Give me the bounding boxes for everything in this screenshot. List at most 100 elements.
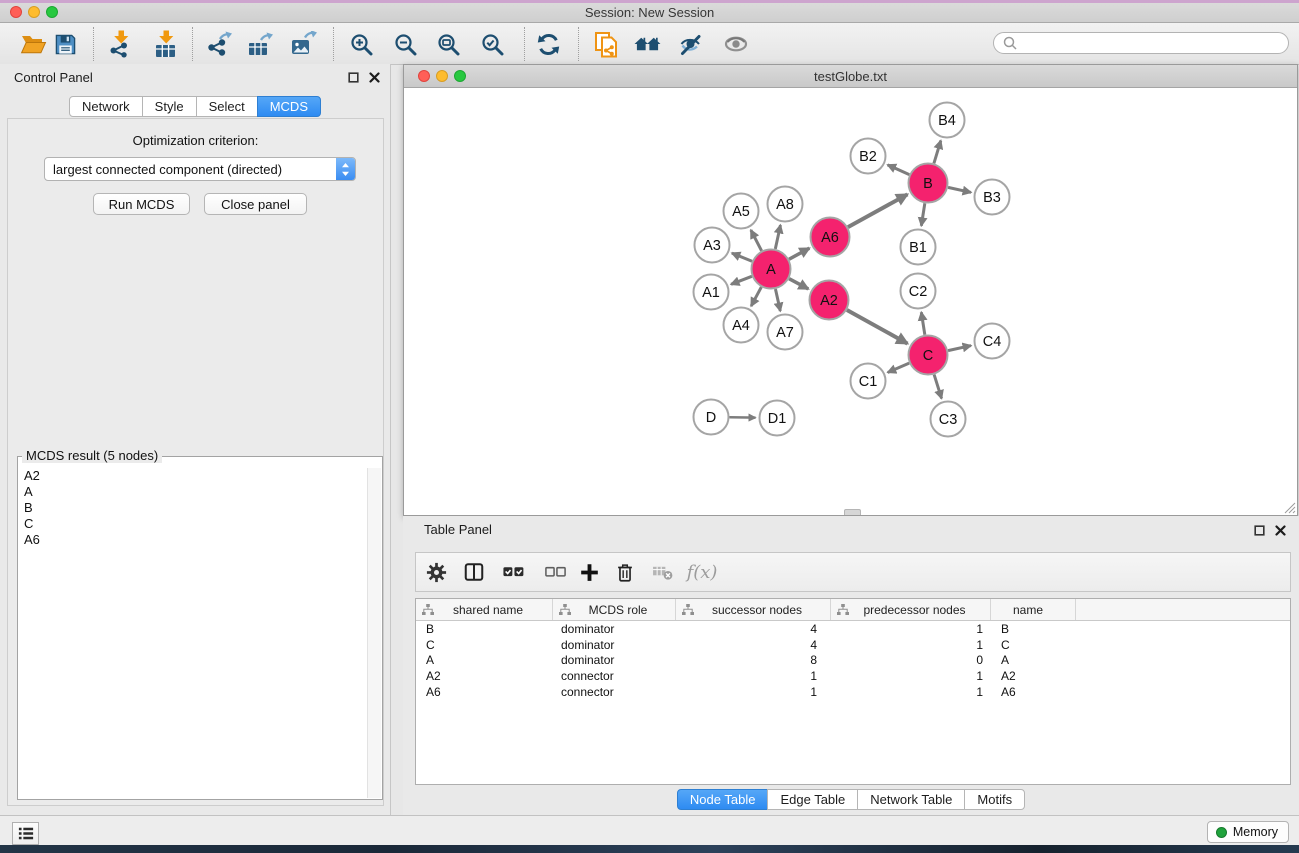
- edge-A2-C[interactable]: [847, 310, 908, 344]
- cell-shared_name[interactable]: A2: [416, 669, 553, 683]
- mcds-result-item[interactable]: C: [19, 516, 368, 532]
- mcds-result-item[interactable]: A: [19, 484, 368, 500]
- memory-button[interactable]: Memory: [1207, 821, 1289, 843]
- edge-A-A1[interactable]: [731, 276, 752, 284]
- column-header-mcds-role[interactable]: MCDS role: [553, 599, 676, 620]
- select-all-button[interactable]: [498, 558, 528, 586]
- destroy-table-button[interactable]: [648, 558, 678, 586]
- column-header-name[interactable]: name: [991, 599, 1076, 620]
- edge-B-B3[interactable]: [948, 187, 971, 192]
- canvas-splitter-handle[interactable]: [844, 509, 861, 515]
- save-session-button[interactable]: [48, 29, 82, 59]
- cell-mcds_role[interactable]: connector: [553, 669, 676, 683]
- node-C2[interactable]: C2: [901, 274, 936, 309]
- node-A3[interactable]: A3: [695, 228, 730, 263]
- tab-motifs[interactable]: Motifs: [964, 789, 1025, 810]
- zoom-selected-button[interactable]: [475, 29, 509, 59]
- column-header-successor-nodes[interactable]: successor nodes: [676, 599, 831, 620]
- node-C1[interactable]: C1: [851, 364, 886, 399]
- column-header-predecessor-nodes[interactable]: predecessor nodes: [831, 599, 991, 620]
- tab-mcds[interactable]: MCDS: [257, 96, 321, 117]
- cell-predecessor_nodes[interactable]: 1: [831, 669, 991, 683]
- float-panel-icon[interactable]: [347, 71, 360, 84]
- import-table-button[interactable]: [148, 29, 182, 59]
- float-table-panel-icon[interactable]: [1253, 524, 1266, 537]
- edge-C-C2[interactable]: [921, 312, 925, 335]
- first-neighbors-button[interactable]: [630, 29, 664, 59]
- table-row[interactable]: Cdominator41C: [416, 637, 1290, 653]
- table-settings-button[interactable]: [421, 558, 451, 586]
- result-list-scrollbar[interactable]: [367, 468, 381, 798]
- mcds-result-item[interactable]: A2: [19, 468, 368, 484]
- table-row[interactable]: A2connector11A2: [416, 668, 1290, 684]
- network-canvas[interactable]: AA1A2A3A4A5A6A7A8BB1B2B3B4CC1C2C3C4DD1: [404, 88, 1297, 515]
- zoom-fit-button[interactable]: [431, 29, 465, 59]
- cell-shared_name[interactable]: C: [416, 638, 553, 652]
- cell-name[interactable]: B: [991, 622, 1076, 636]
- tab-node-table[interactable]: Node Table: [677, 789, 769, 810]
- node-C[interactable]: C: [909, 336, 948, 375]
- cell-successor_nodes[interactable]: 8: [676, 653, 831, 667]
- node-B3[interactable]: B3: [975, 180, 1010, 215]
- tab-select[interactable]: Select: [196, 96, 258, 117]
- node-B1[interactable]: B1: [901, 230, 936, 265]
- network-from-selection-button[interactable]: [590, 29, 624, 59]
- zoom-out-button[interactable]: [388, 29, 422, 59]
- show-all-button[interactable]: [719, 29, 753, 59]
- cell-name[interactable]: A2: [991, 669, 1076, 683]
- import-network-button[interactable]: [103, 29, 137, 59]
- cell-name[interactable]: A: [991, 653, 1076, 667]
- tab-style[interactable]: Style: [142, 96, 197, 117]
- node-A6[interactable]: A6: [811, 218, 850, 257]
- node-C3[interactable]: C3: [931, 402, 966, 437]
- node-A2[interactable]: A2: [810, 281, 849, 320]
- node-C4[interactable]: C4: [975, 324, 1010, 359]
- cell-successor_nodes[interactable]: 1: [676, 669, 831, 683]
- edge-C-C1[interactable]: [888, 363, 909, 372]
- cell-predecessor_nodes[interactable]: 1: [831, 685, 991, 699]
- edge-A-A5[interactable]: [751, 230, 762, 251]
- mcds-result-list[interactable]: A2ABCA6: [19, 468, 368, 798]
- node-D1[interactable]: D1: [760, 401, 795, 436]
- node-D[interactable]: D: [694, 400, 729, 435]
- cell-successor_nodes[interactable]: 4: [676, 622, 831, 636]
- zoom-in-button[interactable]: [344, 29, 378, 59]
- node-A5[interactable]: A5: [724, 194, 759, 229]
- cell-mcds_role[interactable]: connector: [553, 685, 676, 699]
- table-row[interactable]: Bdominator41B: [416, 621, 1290, 637]
- node-A8[interactable]: A8: [768, 187, 803, 222]
- cell-shared_name[interactable]: A: [416, 653, 553, 667]
- task-history-button[interactable]: [12, 822, 39, 845]
- delete-column-button[interactable]: [610, 558, 640, 586]
- mcds-result-item[interactable]: A6: [19, 532, 368, 548]
- node-B4[interactable]: B4: [930, 103, 965, 138]
- deselect-all-button[interactable]: [540, 558, 570, 586]
- cell-shared_name[interactable]: B: [416, 622, 553, 636]
- open-session-button[interactable]: [16, 29, 50, 59]
- edge-A6-B[interactable]: [848, 194, 907, 227]
- node-A[interactable]: A: [752, 250, 791, 289]
- edge-A-A8[interactable]: [775, 225, 780, 249]
- tab-network-table[interactable]: Network Table: [857, 789, 965, 810]
- cell-name[interactable]: A6: [991, 685, 1076, 699]
- edge-A-A3[interactable]: [732, 253, 752, 261]
- edge-B-B2[interactable]: [888, 165, 910, 175]
- table-row[interactable]: A6connector11A6: [416, 684, 1290, 700]
- show-column-panel-button[interactable]: [459, 558, 489, 586]
- close-table-panel-icon[interactable]: [1274, 524, 1287, 537]
- edge-A-A4[interactable]: [751, 287, 761, 306]
- export-network-button[interactable]: [201, 29, 235, 59]
- node-B2[interactable]: B2: [851, 139, 886, 174]
- export-table-button[interactable]: [243, 29, 277, 59]
- cell-mcds_role[interactable]: dominator: [553, 622, 676, 636]
- edge-C-C4[interactable]: [948, 346, 971, 351]
- criterion-select[interactable]: largest connected component (directed): [44, 157, 356, 181]
- cell-predecessor_nodes[interactable]: 0: [831, 653, 991, 667]
- cell-predecessor_nodes[interactable]: 1: [831, 622, 991, 636]
- edge-C-C3[interactable]: [934, 375, 941, 399]
- network-graph[interactable]: AA1A2A3A4A5A6A7A8BB1B2B3B4CC1C2C3C4DD1: [404, 88, 1297, 515]
- cell-predecessor_nodes[interactable]: 1: [831, 638, 991, 652]
- cell-successor_nodes[interactable]: 4: [676, 638, 831, 652]
- edge-A-A7[interactable]: [775, 289, 780, 311]
- node-A4[interactable]: A4: [724, 308, 759, 343]
